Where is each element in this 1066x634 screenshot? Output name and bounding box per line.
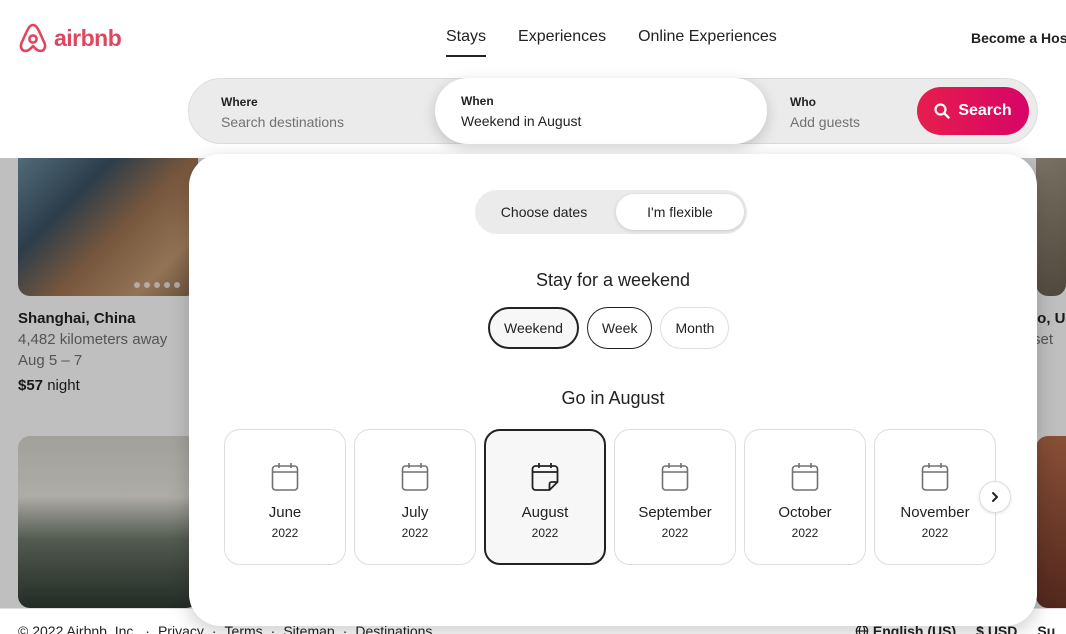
month-year: 2022 bbox=[531, 526, 559, 540]
search-icon bbox=[934, 103, 951, 119]
calendar-icon bbox=[401, 463, 429, 491]
calendar-icon bbox=[661, 463, 689, 491]
tab-online-experiences[interactable]: Online Experiences bbox=[638, 28, 777, 57]
month-card-november[interactable]: November 2022 bbox=[874, 429, 996, 565]
month-options: June 2022 July 2022 August 2022 Septembe… bbox=[224, 429, 996, 565]
month-name: November bbox=[900, 504, 970, 521]
date-picker-panel: Choose dates I'm flexible Stay for a wee… bbox=[189, 154, 1037, 626]
become-a-host-link[interactable]: Become a Host bbox=[971, 30, 1066, 46]
when-label: When bbox=[461, 94, 494, 108]
calendar-icon bbox=[921, 463, 949, 491]
flexible-tab[interactable]: I'm flexible bbox=[616, 194, 744, 230]
where-placeholder: Search destinations bbox=[221, 114, 344, 130]
logo-text: airbnb bbox=[54, 24, 122, 51]
where-field[interactable]: Where Search destinations bbox=[221, 79, 441, 143]
tab-stays[interactable]: Stays bbox=[446, 28, 487, 57]
month-name: August bbox=[521, 504, 569, 521]
go-heading: Go in August bbox=[561, 388, 665, 408]
month-year: 2022 bbox=[271, 526, 299, 540]
search-button-label: Search bbox=[958, 102, 1012, 119]
support-link[interactable]: Su bbox=[1037, 623, 1055, 634]
month-year: 2022 bbox=[401, 526, 429, 540]
who-field[interactable]: Who Add guests bbox=[790, 79, 900, 143]
header: airbnb Stays Experiences Online Experien… bbox=[0, 0, 1066, 158]
search-button[interactable]: Search bbox=[917, 87, 1029, 135]
month-card-june[interactable]: June 2022 bbox=[224, 429, 346, 565]
chevron-right-icon bbox=[992, 492, 998, 502]
when-value: Weekend in August bbox=[461, 113, 582, 129]
month-year: 2022 bbox=[791, 526, 819, 540]
month-card-september[interactable]: September 2022 bbox=[614, 429, 736, 565]
month-name: October bbox=[778, 504, 832, 521]
tab-experiences[interactable]: Experiences bbox=[518, 28, 606, 57]
month-card-october[interactable]: October 2022 bbox=[744, 429, 866, 565]
where-label: Where bbox=[221, 95, 258, 109]
month-name: September bbox=[638, 504, 712, 521]
who-placeholder: Add guests bbox=[790, 114, 861, 130]
stay-heading: Stay for a weekend bbox=[535, 270, 691, 290]
duration-week[interactable]: Week bbox=[586, 307, 653, 349]
date-mode-toggle: Choose dates I'm flexible bbox=[475, 190, 747, 234]
who-label: Who bbox=[790, 95, 816, 109]
footer-link-privacy[interactable]: Privacy bbox=[158, 623, 204, 634]
choose-dates-tab[interactable]: Choose dates bbox=[483, 194, 605, 230]
search-bar: Where Search destinations When Weekend i… bbox=[188, 78, 1038, 144]
month-card-july[interactable]: July 2022 bbox=[354, 429, 476, 565]
next-months-button[interactable] bbox=[979, 481, 1011, 513]
nav-tabs: Stays Experiences Online Experiences bbox=[446, 28, 777, 57]
month-year: 2022 bbox=[661, 526, 689, 540]
duration-month[interactable]: Month bbox=[660, 307, 730, 349]
calendar-icon bbox=[271, 463, 299, 491]
airbnb-logo[interactable]: airbnb bbox=[18, 22, 122, 54]
calendar-selected-icon bbox=[531, 463, 559, 491]
duration-weekend[interactable]: Weekend bbox=[488, 307, 579, 349]
month-year: 2022 bbox=[921, 526, 949, 540]
calendar-icon bbox=[791, 463, 819, 491]
stay-duration-options: Weekend Week Month bbox=[488, 307, 730, 349]
month-name: July bbox=[401, 504, 429, 521]
copyright: © 2022 Airbnb, Inc. bbox=[18, 623, 138, 634]
month-name: June bbox=[268, 504, 302, 521]
month-card-august[interactable]: August 2022 bbox=[484, 429, 606, 565]
when-field[interactable]: When Weekend in August bbox=[435, 78, 767, 144]
airbnb-logo-icon bbox=[19, 23, 47, 53]
